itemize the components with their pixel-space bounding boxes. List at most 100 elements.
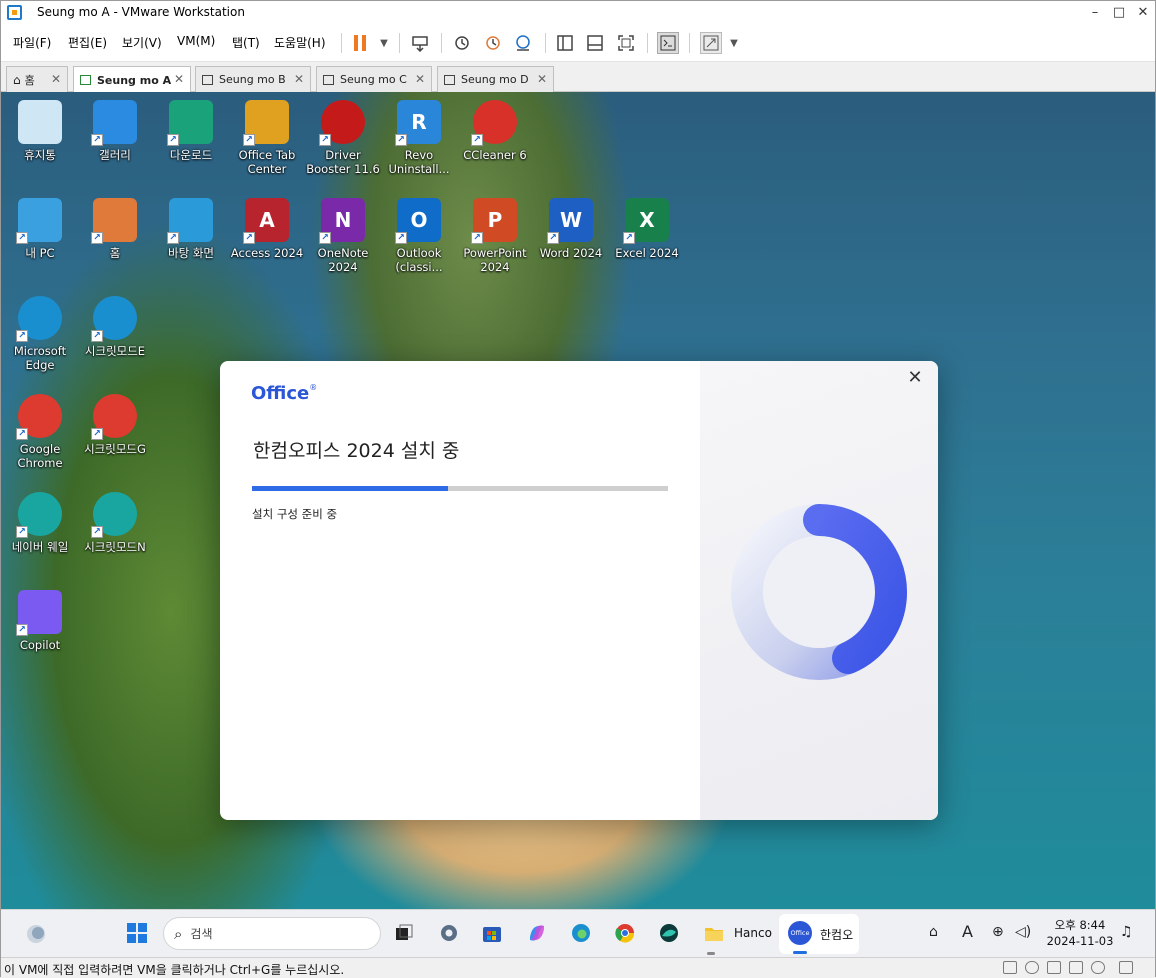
this-pc-icon: ↗ bbox=[16, 198, 62, 244]
system-clock[interactable]: 오후 8:44 2024-11-03 bbox=[1045, 917, 1115, 949]
desktop-shortcut[interactable]: ↗ CCleaner 6 bbox=[458, 100, 532, 162]
sound-card-icon[interactable] bbox=[1069, 961, 1083, 974]
full-screen-icon[interactable] bbox=[615, 32, 637, 54]
outlook-icon: O ↗ bbox=[395, 198, 441, 244]
install-progress-fill bbox=[252, 486, 448, 491]
copilot-icon[interactable] bbox=[524, 920, 550, 946]
toolbar-separator bbox=[341, 33, 342, 53]
desktop-shortcut[interactable]: P ↗ PowerPoint 2024 bbox=[458, 198, 532, 274]
chevron-down-icon[interactable]: ▼ bbox=[723, 32, 745, 54]
desktop-shortcut[interactable]: ↗ 내 PC bbox=[3, 198, 77, 260]
clock-time: 오후 8:44 bbox=[1054, 918, 1106, 932]
menu-tabs[interactable]: 탭(T) bbox=[232, 34, 260, 51]
menu-help[interactable]: 도움말(H) bbox=[274, 34, 326, 51]
desktop-shortcut[interactable]: 휴지통 bbox=[3, 100, 77, 162]
desktop-shortcut[interactable]: ↗ 갤러리 bbox=[78, 100, 152, 162]
show-library-icon[interactable] bbox=[554, 32, 576, 54]
tab-seung-mo-b[interactable]: Seung mo B ✕ bbox=[195, 66, 311, 92]
minimize-button[interactable]: – bbox=[1083, 1, 1107, 24]
desktop-shortcut[interactable]: ↗ 시크릿모드N bbox=[78, 492, 152, 554]
menu-file[interactable]: 파일(F) bbox=[13, 34, 51, 51]
desktop-shortcut[interactable]: ↗ 바탕 화면 bbox=[154, 198, 228, 260]
desktop-shortcut[interactable]: R ↗ Revo Uninstall... bbox=[382, 100, 456, 176]
chrome-icon[interactable] bbox=[612, 920, 638, 946]
shortcut-arrow-icon: ↗ bbox=[243, 134, 255, 146]
tab-label: Seung mo D bbox=[461, 73, 529, 86]
taskbar-app-hancom[interactable]: Office 한컴오 bbox=[779, 914, 859, 954]
shortcut-arrow-icon: ↗ bbox=[91, 428, 103, 440]
desktop-shortcut[interactable]: ↗ Copilot bbox=[3, 590, 77, 652]
usb-controller-icon[interactable] bbox=[1091, 961, 1105, 974]
file-explorer-icon[interactable] bbox=[701, 920, 727, 946]
close-icon[interactable]: ✕ bbox=[537, 72, 547, 86]
whale-icon: ↗ bbox=[91, 492, 137, 538]
start-button-icon[interactable] bbox=[124, 920, 150, 946]
desktop-shortcut[interactable]: ↗ 시크릿모드G bbox=[78, 394, 152, 456]
menu-vm[interactable]: VM(M) bbox=[177, 34, 215, 48]
message-log-icon[interactable] bbox=[1119, 961, 1133, 974]
menu-edit[interactable]: 편집(E) bbox=[68, 34, 107, 51]
desktop-shortcut[interactable]: N ↗ OneNote 2024 bbox=[306, 198, 380, 274]
microsoft-store-icon[interactable] bbox=[479, 920, 505, 946]
search-placeholder: 검색 bbox=[190, 927, 213, 941]
widgets-icon[interactable] bbox=[21, 919, 51, 949]
thumbnail-bar-icon[interactable] bbox=[584, 32, 606, 54]
taskbar-search-box[interactable]: ⌕ 검색 bbox=[163, 917, 381, 950]
volume-icon[interactable]: ◁) bbox=[1015, 924, 1031, 940]
guest-desktop[interactable]: 휴지통 ↗ 갤러리 ↗ 다운로드 ↗ Office Tab Center ↗ Driver Bo… bbox=[1, 92, 1155, 909]
desktop-shortcut[interactable]: ↗ Google Chrome bbox=[3, 394, 77, 470]
hard-disk-icon[interactable] bbox=[1003, 961, 1017, 974]
desktop-shortcut[interactable]: O ↗ Outlook (classi... bbox=[382, 198, 456, 274]
console-view-icon[interactable] bbox=[657, 32, 679, 54]
close-window-button[interactable]: ✕ bbox=[1131, 1, 1155, 24]
pause-icon[interactable] bbox=[349, 32, 371, 54]
desktop-shortcut[interactable]: ↗ 홈 bbox=[78, 198, 152, 260]
chevron-down-icon[interactable]: ▼ bbox=[373, 32, 395, 54]
desktop-shortcut[interactable]: ↗ 네이버 웨일 bbox=[3, 492, 77, 554]
send-ctrl-alt-del-icon[interactable] bbox=[409, 32, 431, 54]
close-icon[interactable]: ✕ bbox=[415, 72, 425, 86]
shortcut-arrow-icon: ↗ bbox=[547, 232, 559, 244]
tab-seung-mo-a[interactable]: Seung mo A ✕ bbox=[73, 66, 191, 93]
taskbar-app-label[interactable]: Hanco bbox=[734, 926, 772, 940]
input-method-icon[interactable]: A bbox=[962, 922, 973, 941]
tab-home[interactable]: ⌂ 홈 ✕ bbox=[6, 66, 68, 92]
desktop-shortcut[interactable]: X ↗ Excel 2024 bbox=[610, 198, 684, 260]
task-view-icon[interactable] bbox=[391, 920, 417, 946]
network-adapter-icon[interactable] bbox=[1047, 961, 1061, 974]
tab-label: Seung mo A bbox=[97, 73, 172, 87]
dialog-close-button[interactable]: ✕ bbox=[906, 369, 924, 388]
desktop-shortcut[interactable]: ↗ Office Tab Center bbox=[230, 100, 304, 176]
revert-snapshot-icon[interactable] bbox=[482, 32, 504, 54]
close-icon[interactable]: ✕ bbox=[51, 72, 61, 86]
network-icon[interactable]: ⊕ bbox=[992, 924, 1004, 940]
tab-seung-mo-d[interactable]: Seung mo D ✕ bbox=[437, 66, 554, 92]
cd-dvd-icon[interactable] bbox=[1025, 961, 1039, 974]
notification-bell-icon[interactable]: ♫ bbox=[1120, 924, 1133, 940]
shortcut-arrow-icon: ↗ bbox=[167, 232, 179, 244]
stretch-guest-icon[interactable] bbox=[700, 32, 722, 54]
settings-gear-icon[interactable] bbox=[436, 920, 462, 946]
usb-device-icon[interactable]: ⌂ bbox=[929, 924, 938, 940]
desktop-shortcut[interactable]: W ↗ Word 2024 bbox=[534, 198, 608, 260]
title-bar: Seung mo A - VMware Workstation – □ ✕ bbox=[1, 1, 1155, 24]
shortcut-arrow-icon: ↗ bbox=[16, 526, 28, 538]
desktop-shortcut[interactable]: ↗ 시크릿모드E bbox=[78, 296, 152, 358]
loading-spinner-icon bbox=[731, 504, 908, 680]
desktop-shortcut[interactable]: ↗ Microsoft Edge bbox=[3, 296, 77, 372]
close-icon[interactable]: ✕ bbox=[294, 72, 304, 86]
whale-icon[interactable] bbox=[656, 920, 682, 946]
desktop-shortcut[interactable]: A ↗ Access 2024 bbox=[230, 198, 304, 260]
maximize-button[interactable]: □ bbox=[1107, 1, 1131, 24]
shortcut-arrow-icon: ↗ bbox=[395, 134, 407, 146]
desktop-shortcut[interactable]: ↗ 다운로드 bbox=[154, 100, 228, 162]
menu-view[interactable]: 보기(V) bbox=[122, 34, 162, 51]
edge-icon[interactable] bbox=[568, 920, 594, 946]
close-icon[interactable]: ✕ bbox=[174, 72, 184, 86]
desktop-shortcut-label: 내 PC bbox=[25, 246, 55, 260]
vm-icon bbox=[323, 74, 334, 85]
snapshot-icon[interactable] bbox=[451, 32, 473, 54]
snapshot-manager-icon[interactable] bbox=[512, 32, 534, 54]
desktop-shortcut[interactable]: ↗ Driver Booster 11.6 bbox=[306, 100, 380, 176]
tab-seung-mo-c[interactable]: Seung mo C ✕ bbox=[316, 66, 432, 92]
